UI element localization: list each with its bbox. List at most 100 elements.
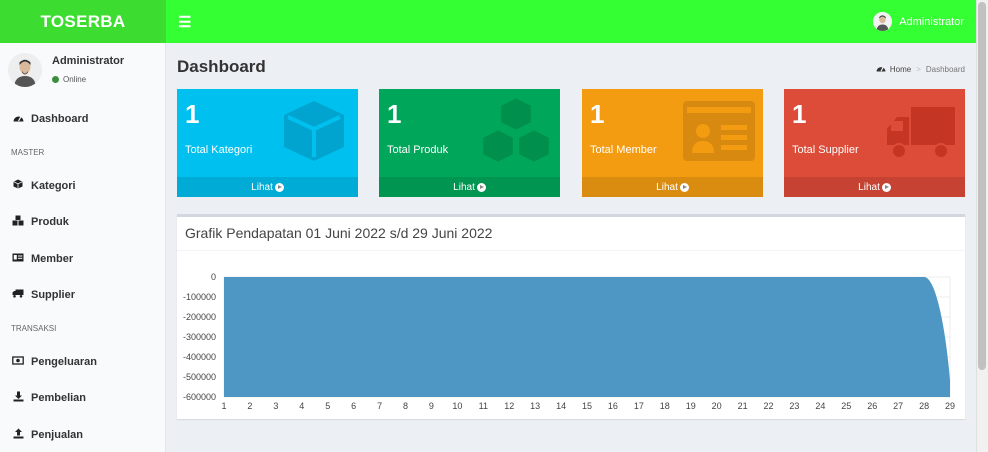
cube-icon (284, 101, 344, 161)
box-more-info-link[interactable]: Lihat (177, 177, 358, 197)
user-status: Online (52, 75, 124, 84)
x-tick-label: 17 (634, 401, 644, 411)
box-count: 1 (387, 99, 402, 129)
x-tick-label: 6 (351, 401, 356, 411)
sidebar-item-label: Penjualan (31, 428, 83, 441)
sidebar-item-supplier[interactable]: Supplier (0, 277, 165, 314)
dashboard-icon (876, 64, 886, 74)
menu-header-master: MASTER (11, 148, 45, 157)
cubes-icon (12, 215, 24, 229)
sidebar: Administrator Online Dashboard MASTER Ka… (0, 43, 166, 452)
box-count: 1 (590, 99, 605, 129)
sidebar-item-label: Produk (31, 216, 69, 229)
sidebar-item-dashboard[interactable]: Dashboard (0, 101, 165, 138)
sidebar-item-produk[interactable]: Produk (0, 204, 165, 241)
avatar (873, 12, 893, 31)
scrollbar-thumb[interactable] (978, 2, 986, 370)
scrollbar[interactable] (976, 0, 988, 452)
bars-icon[interactable]: ☰ (178, 13, 191, 31)
x-tick-label: 1 (221, 401, 226, 411)
y-tick-label: -500000 (183, 372, 216, 382)
x-tick-label: 20 (712, 401, 722, 411)
box-count: 1 (792, 99, 807, 129)
x-tick-label: 10 (452, 401, 462, 411)
box-count: 1 (185, 99, 200, 129)
box-label: Total Member (590, 144, 657, 156)
sidebar-item-label: Pembelian (31, 392, 87, 405)
revenue-area-chart: 0 -100000 -200000 -300000 -400000 -500000 -600… (183, 272, 955, 411)
box-link-label: Lihat (251, 181, 273, 193)
money-icon (12, 356, 24, 368)
box-more-info-link[interactable]: Lihat (582, 177, 763, 197)
chart-title: Grafik Pendapatan 01 Juni 2022 s/d 29 Ju… (185, 225, 493, 241)
user-status-label: Online (63, 75, 87, 84)
breadcrumb-current: Dashboard (925, 64, 965, 74)
sidebar-item-member[interactable]: Member (0, 241, 165, 278)
x-tick-label: 14 (556, 401, 566, 411)
arrow-circle-right-icon (476, 182, 486, 192)
breadcrumb: Home > Dashboard (876, 64, 965, 74)
x-tick-label: 23 (789, 401, 799, 411)
x-tick-label: 9 (429, 401, 434, 411)
online-status-icon (52, 76, 59, 83)
y-tick-label: 0 (211, 272, 216, 282)
x-tick-label: 2 (247, 401, 252, 411)
x-tick-label: 18 (660, 401, 670, 411)
box-label: Total Produk (387, 144, 449, 156)
box-link-label: Lihat (453, 181, 475, 193)
x-tick-label: 27 (893, 401, 903, 411)
sidebar-item-pengeluaran[interactable]: Pengeluaran (0, 344, 165, 381)
brand-logo[interactable]: TOSERBA (0, 0, 166, 43)
x-tick-label: 11 (479, 401, 488, 411)
sidebar-item-penjualan[interactable]: Penjualan (0, 417, 165, 452)
menu-header-transaksi: TRANSAKSI (11, 324, 57, 333)
top-header: TOSERBA ☰ Administrator (0, 0, 976, 43)
small-box-produk: 1 Total Produk Lihat (379, 89, 560, 197)
box-label: Total Supplier (792, 144, 859, 156)
sidebar-item-label: Kategori (31, 179, 76, 192)
x-tick-label: 19 (686, 401, 696, 411)
x-tick-label: 22 (763, 401, 773, 411)
sidebar-item-label: Member (31, 252, 74, 265)
truck-icon (887, 107, 955, 159)
x-tick-label: 21 (738, 401, 748, 411)
y-tick-label: -600000 (183, 392, 216, 402)
sidebar-item-kategori[interactable]: Kategori (0, 168, 165, 205)
sidebar-item-pembelian[interactable]: Pembelian (0, 380, 165, 417)
x-tick-label: 15 (582, 401, 592, 411)
header-user-name: Administrator (899, 15, 964, 28)
area-series (224, 277, 950, 397)
sidebar-item-label: Dashboard (31, 113, 89, 126)
id-card-icon (12, 253, 24, 265)
id-card-icon (683, 101, 755, 161)
breadcrumb-separator: > (916, 64, 921, 74)
y-tick-label: -400000 (183, 352, 216, 362)
arrow-circle-right-icon (679, 182, 689, 192)
box-more-info-link[interactable]: Lihat (379, 177, 560, 197)
cube-icon (12, 179, 24, 192)
small-box-member: 1 Total Member Lihat (582, 89, 763, 197)
dashboard-icon (12, 113, 24, 125)
x-tick-label: 24 (815, 401, 825, 411)
x-tick-label: 8 (403, 401, 408, 411)
navbar: ☰ Administrator (166, 0, 976, 43)
summary-boxes: 1 Total Kategori Lihat 1 Total Produk Li… (177, 89, 965, 197)
breadcrumb-home[interactable]: Home (890, 65, 911, 74)
small-box-supplier: 1 Total Supplier Lihat (784, 89, 965, 197)
revenue-chart-box: Grafik Pendapatan 01 Juni 2022 s/d 29 Ju… (177, 214, 965, 419)
box-more-info-link[interactable]: Lihat (784, 177, 965, 197)
x-tick-label: 28 (919, 401, 929, 411)
x-tick-label: 13 (530, 401, 540, 411)
x-tick-label: 7 (377, 401, 382, 411)
user-menu[interactable]: Administrator (873, 12, 964, 31)
download-icon (12, 391, 24, 405)
user-panel: Administrator Online (0, 43, 165, 101)
x-tick-label: 25 (841, 401, 851, 411)
cubes-icon (480, 95, 552, 165)
sidebar-item-label: Supplier (31, 289, 76, 302)
sidebar-item-label: Pengeluaran (31, 355, 98, 368)
truck-icon (12, 289, 24, 301)
small-box-kategori: 1 Total Kategori Lihat (177, 89, 358, 197)
x-tick-label: 29 (945, 401, 955, 411)
y-tick-label: -100000 (183, 292, 216, 302)
